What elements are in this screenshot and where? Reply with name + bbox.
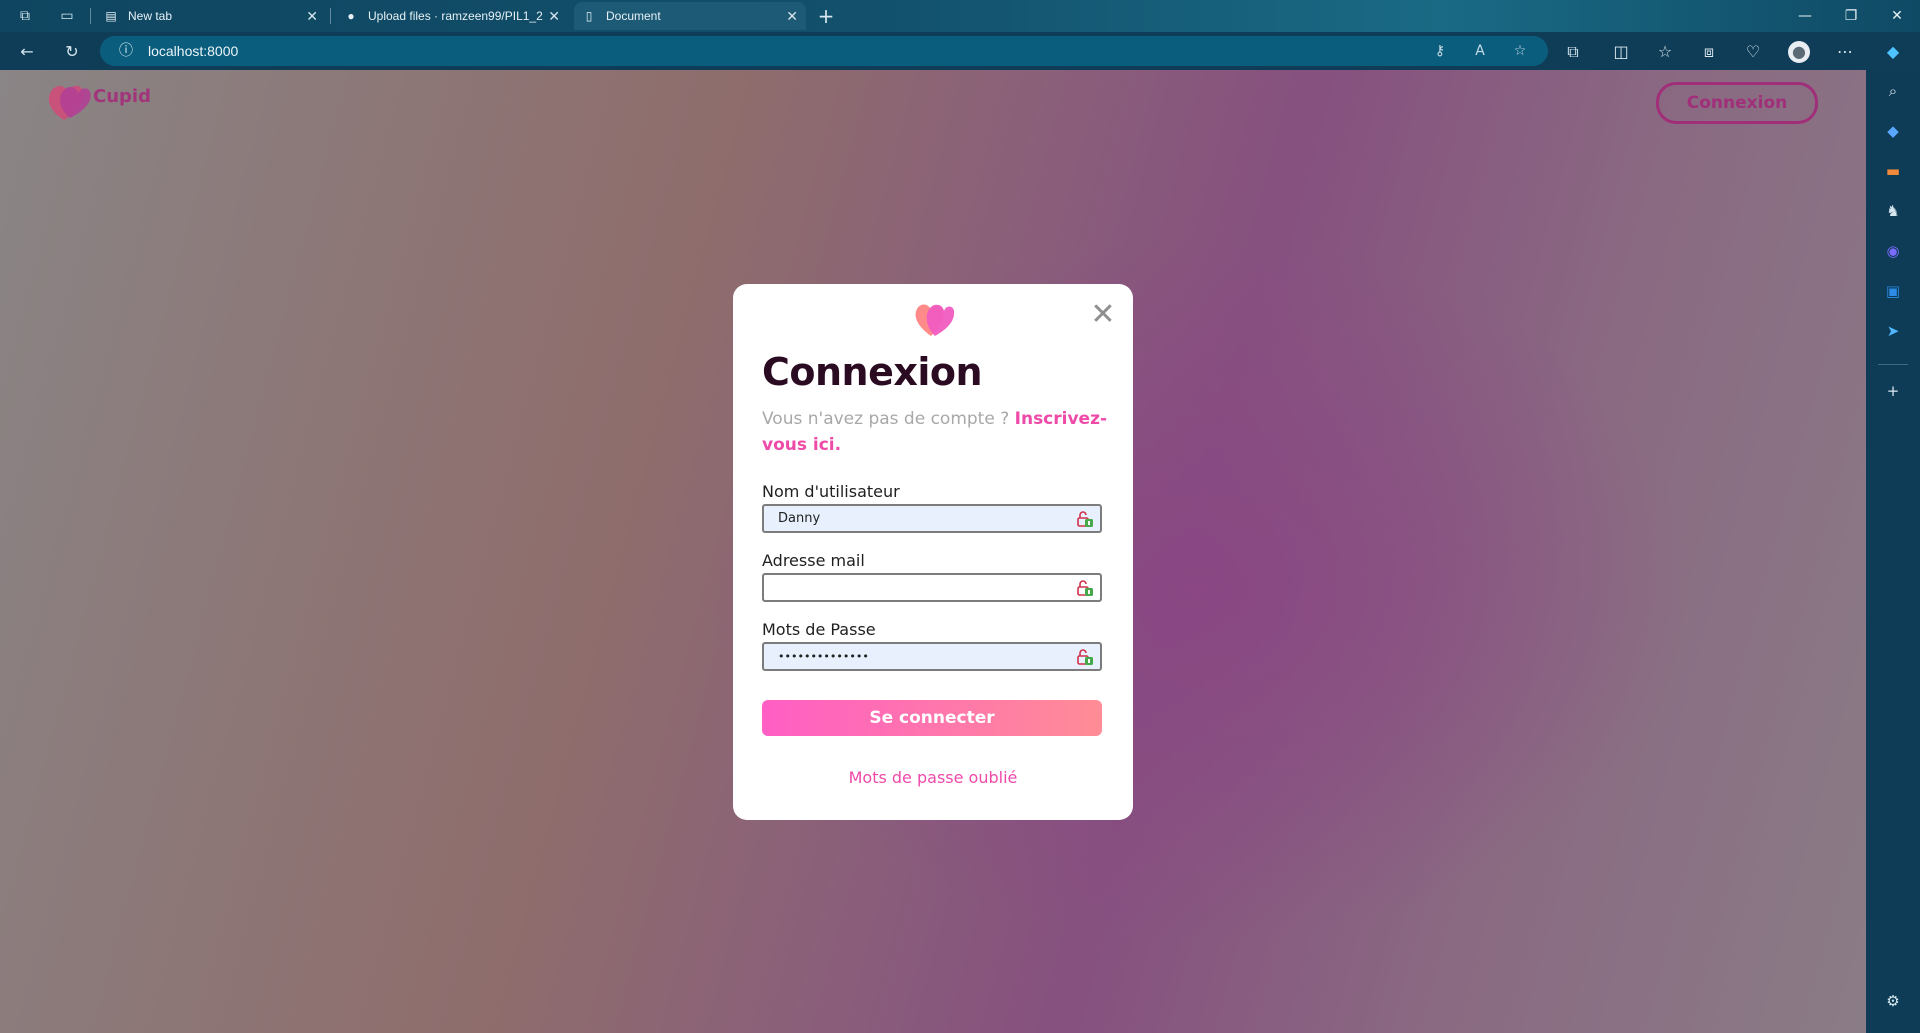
refresh-icon[interactable]: ↻ bbox=[61, 41, 83, 63]
header-connexion-button[interactable]: Connexion bbox=[1656, 82, 1818, 124]
favorite-star-icon[interactable]: ☆ bbox=[1510, 41, 1530, 61]
new-tab-icon: ▤ bbox=[105, 9, 117, 23]
tab-label: Upload files · ramzeen99/PIL1_2 bbox=[368, 9, 543, 23]
forgot-password-link[interactable]: Mots de passe oublié bbox=[733, 768, 1133, 787]
key-icon[interactable]: ⚷ bbox=[1430, 41, 1450, 61]
browser-essentials-icon[interactable]: ♡ bbox=[1742, 41, 1764, 63]
submit-button[interactable]: Se connecter bbox=[762, 700, 1102, 736]
tab-label: New tab bbox=[128, 9, 173, 23]
subtitle-text: Vous n'avez pas de compte ? bbox=[762, 409, 1015, 429]
games-icon[interactable]: ♞ bbox=[1882, 200, 1904, 222]
tools-icon[interactable]: ▬ bbox=[1882, 160, 1904, 182]
tab-actions-icon[interactable]: ▭ bbox=[57, 6, 77, 26]
tab-new-tab[interactable]: ▤ New tab ✕ bbox=[96, 2, 326, 30]
outlook-icon[interactable]: ▣ bbox=[1882, 280, 1904, 302]
address-bar[interactable]: ⓘ localhost:8000 ⚷ A ☆ bbox=[100, 36, 1548, 66]
password-value: •••••••••••••• bbox=[778, 650, 869, 663]
browser-toolbar: ← ↻ ⓘ localhost:8000 ⚷ A ☆ ⧉ ◫ ☆ ⧈ ♡ ● ⋯… bbox=[0, 32, 1920, 70]
browser-tab-bar: ⧉ ▭ ▤ New tab ✕ ● Upload files · ramzeen… bbox=[0, 0, 1920, 32]
username-label: Nom d'utilisateur bbox=[762, 482, 900, 501]
password-manager-icon[interactable] bbox=[1076, 510, 1094, 528]
close-window-icon[interactable]: ✕ bbox=[1874, 0, 1920, 32]
modal-subtitle: Vous n'avez pas de compte ? Inscrivez-vo… bbox=[762, 406, 1112, 458]
modal-title: Connexion bbox=[762, 350, 983, 394]
info-icon[interactable]: ⓘ bbox=[116, 41, 136, 61]
password-manager-icon[interactable] bbox=[1076, 579, 1094, 597]
minimize-icon[interactable]: — bbox=[1782, 0, 1828, 32]
tab-label: Document bbox=[606, 9, 661, 23]
tab-separator bbox=[90, 8, 91, 24]
collections-icon[interactable]: ⧈ bbox=[1698, 41, 1720, 63]
telegram-icon[interactable]: ➤ bbox=[1882, 320, 1904, 342]
sidebar-separator bbox=[1878, 364, 1908, 365]
settings-icon[interactable]: ⚙ bbox=[1882, 990, 1904, 1012]
username-value: Danny bbox=[778, 511, 821, 526]
shopping-tag-icon[interactable]: ◆ bbox=[1882, 120, 1904, 142]
extensions-icon[interactable]: ⧉ bbox=[1562, 41, 1584, 63]
back-icon[interactable]: ← bbox=[16, 41, 38, 63]
logo-text: Cupid bbox=[93, 86, 151, 107]
login-modal: ✕ Connexion Vous n'avez pas de compte ? … bbox=[733, 284, 1133, 820]
search-icon[interactable]: ⌕ bbox=[1882, 80, 1904, 102]
microsoft365-icon[interactable]: ◉ bbox=[1882, 240, 1904, 262]
heart-logo-icon bbox=[915, 304, 955, 336]
document-icon: ▯ bbox=[585, 9, 593, 23]
tab-separator bbox=[330, 8, 331, 24]
workspaces-icon[interactable]: ⧉ bbox=[15, 6, 35, 26]
browser-sidebar: ⌕ ◆ ▬ ♞ ◉ ▣ ➤ + ⚙ bbox=[1866, 70, 1920, 1033]
password-label: Mots de Passe bbox=[762, 620, 876, 639]
email-label: Adresse mail bbox=[762, 551, 865, 570]
restore-icon[interactable]: ❐ bbox=[1828, 0, 1874, 32]
read-aloud-icon[interactable]: A bbox=[1470, 41, 1490, 61]
more-icon[interactable]: ⋯ bbox=[1834, 41, 1856, 63]
copilot-icon[interactable]: ◆ bbox=[1882, 41, 1904, 63]
close-icon[interactable]: ✕ bbox=[786, 2, 798, 30]
tab-upload-files[interactable]: ● Upload files · ramzeen99/PIL1_2 ✕ bbox=[336, 2, 568, 30]
close-icon[interactable]: ✕ bbox=[1088, 300, 1118, 330]
favorites-icon[interactable]: ☆ bbox=[1654, 41, 1676, 63]
username-field[interactable]: Danny bbox=[762, 504, 1102, 533]
split-screen-icon[interactable]: ◫ bbox=[1610, 41, 1632, 63]
tab-document[interactable]: ▯ Document ✕ bbox=[574, 2, 806, 30]
new-tab-button[interactable]: + bbox=[816, 6, 836, 26]
github-icon: ● bbox=[347, 9, 355, 23]
close-icon[interactable]: ✕ bbox=[548, 2, 560, 30]
profile-icon[interactable]: ● bbox=[1788, 41, 1810, 63]
password-field[interactable]: •••••••••••••• bbox=[762, 642, 1102, 671]
close-icon[interactable]: ✕ bbox=[306, 2, 318, 30]
password-manager-icon[interactable] bbox=[1076, 648, 1094, 666]
add-icon[interactable]: + bbox=[1882, 380, 1904, 402]
page-background: Cupid Connexion ✕ Connexion Vous n'avez … bbox=[0, 70, 1866, 1033]
email-field[interactable] bbox=[762, 573, 1102, 602]
url-text[interactable]: localhost:8000 bbox=[148, 36, 238, 66]
